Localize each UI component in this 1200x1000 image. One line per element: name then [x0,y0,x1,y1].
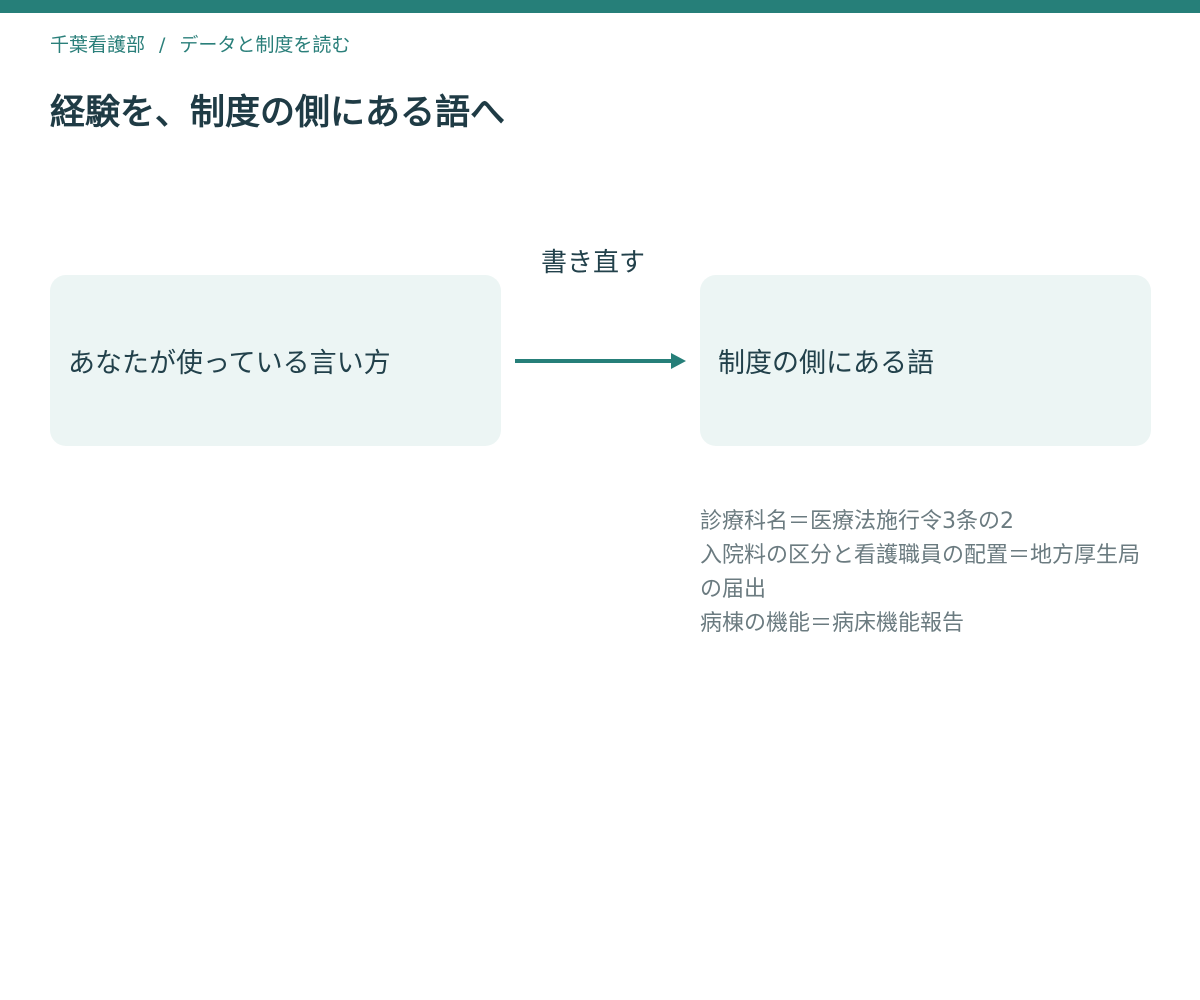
institutional-term-box: 制度の側にある語 [700,275,1151,446]
breadcrumb-item-current[interactable]: データと制度を読む [179,34,350,56]
example-mapping-item: 病棟の機能＝病床機能報告 [700,611,965,636]
rewrite-arrow-label: 書き直す [541,248,646,278]
institutional-term-label: 制度の側にある語 [718,348,934,379]
example-mapping-item: 入院料の区分と看護職員の配置＝地方厚生局の届出 [700,543,1141,602]
top-accent-bar [0,0,1200,13]
breadcrumb-separator: / [159,34,166,56]
page-title: 経験を、制度の側にある語へ [50,93,506,133]
example-mappings: 診療科名＝医療法施行令3条の2 入院料の区分と看護職員の配置＝地方厚生局の届出 … [700,505,1140,641]
breadcrumb-item-department[interactable]: 千葉看護部 [50,34,145,56]
example-mapping-item: 診療科名＝医療法施行令3条の2 [700,509,1014,534]
source-term-label: あなたが使っている言い方 [68,348,391,379]
rewrite-arrow-icon [515,353,686,369]
breadcrumb: 千葉看護部 / データと制度を読む [50,30,350,57]
source-term-box: あなたが使っている言い方 [50,275,501,446]
